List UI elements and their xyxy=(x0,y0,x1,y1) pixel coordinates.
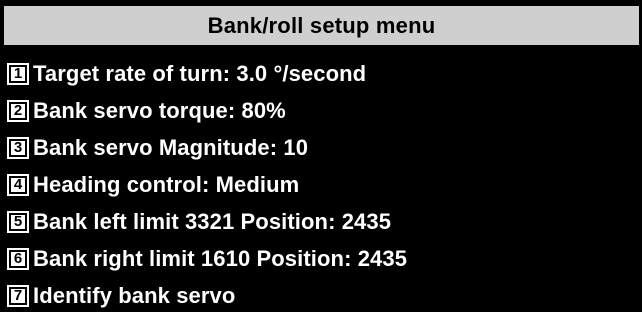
key-2-icon: 2 xyxy=(7,100,29,122)
menu-item-label: Bank left limit 3321 Position: 2435 xyxy=(33,209,392,234)
menu-item-label: Heading control: Medium xyxy=(33,172,300,197)
key-7-icon: 7 xyxy=(7,285,29,307)
key-number: 7 xyxy=(9,287,27,305)
key-6-icon: 6 xyxy=(7,248,29,270)
menu-item-heading-control[interactable]: 4 Heading control: Medium xyxy=(7,168,637,202)
menu-item-identify-bank-servo[interactable]: 7 Identify bank servo xyxy=(7,279,637,312)
key-5-icon: 5 xyxy=(7,211,29,233)
menu-item-label: Bank servo torque: 80% xyxy=(33,98,286,123)
menu-item-bank-left-limit[interactable]: 5 Bank left limit 3321 Position: 2435 xyxy=(7,205,637,239)
key-3-icon: 3 xyxy=(7,137,29,159)
menu-item-label: Identify bank servo xyxy=(33,283,236,308)
key-number: 4 xyxy=(9,176,27,194)
menu-item-target-rate-of-turn[interactable]: 1 Target rate of turn: 3.0 °/second xyxy=(7,57,637,91)
key-number: 1 xyxy=(9,65,27,83)
menu-item-label: Bank servo Magnitude: 10 xyxy=(33,135,309,160)
menu-item-bank-servo-magnitude[interactable]: 3 Bank servo Magnitude: 10 xyxy=(7,131,637,165)
key-number: 6 xyxy=(9,250,27,268)
key-1-icon: 1 xyxy=(7,63,29,85)
key-number: 2 xyxy=(9,102,27,120)
menu-item-bank-servo-torque[interactable]: 2 Bank servo torque: 80% xyxy=(7,94,637,128)
menu-title: Bank/roll setup menu xyxy=(207,12,436,38)
menu-list: 1 Target rate of turn: 3.0 °/second 2 Ba… xyxy=(7,57,637,312)
menu-item-label: Target rate of turn: 3.0 °/second xyxy=(33,61,367,86)
setup-screen: Bank/roll setup menu 1 Target rate of tu… xyxy=(0,0,642,312)
menu-item-label: Bank right limit 1610 Position: 2435 xyxy=(33,246,408,271)
title-bar: Bank/roll setup menu xyxy=(4,6,639,45)
menu-item-bank-right-limit[interactable]: 6 Bank right limit 1610 Position: 2435 xyxy=(7,242,637,276)
key-number: 3 xyxy=(9,139,27,157)
key-4-icon: 4 xyxy=(7,174,29,196)
key-number: 5 xyxy=(9,213,27,231)
